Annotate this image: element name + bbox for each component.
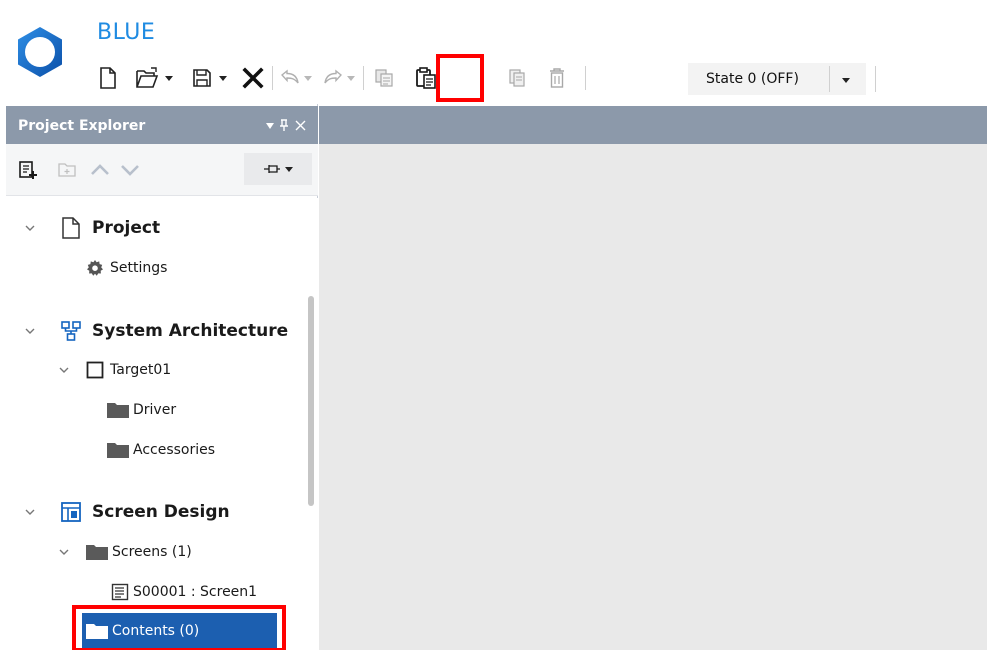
redo-button[interactable]	[322, 62, 344, 94]
close-icon[interactable]	[295, 120, 306, 131]
add-item-button[interactable]	[12, 154, 44, 186]
paste-icon	[416, 67, 436, 89]
tree-node-settings[interactable]: Settings	[86, 251, 167, 285]
redo-dropdown[interactable]	[345, 62, 357, 94]
screen-layout-icon	[61, 502, 81, 522]
tree-node-label: Settings	[110, 260, 168, 276]
workspace-area[interactable]	[319, 144, 987, 650]
panel-title: Project Explorer	[18, 118, 146, 134]
save-icon	[193, 69, 211, 87]
copy-icon	[375, 69, 393, 87]
folder-icon	[86, 545, 108, 560]
chevron-down-icon	[219, 75, 227, 81]
folder-icon	[107, 403, 129, 418]
save-button[interactable]	[190, 62, 214, 94]
folder-icon	[107, 443, 129, 458]
app-title: BLUE	[97, 20, 156, 45]
chevron-down-icon[interactable]	[842, 78, 850, 83]
toolbar-separator	[272, 66, 273, 90]
pin-options-button[interactable]	[244, 153, 312, 185]
tree-node-screen1[interactable]: S00001 : Screen1	[111, 575, 257, 609]
chevron-down-icon	[304, 75, 312, 81]
app-header: BLUE State 0 (OFF)	[0, 0, 987, 104]
chevron-down-icon	[165, 75, 173, 81]
new-file-icon	[100, 67, 116, 89]
duplicate-button[interactable]	[505, 62, 529, 94]
tree-node-label: S00001 : Screen1	[133, 584, 258, 600]
tree-node-screen-design[interactable]: Screen Design	[60, 495, 230, 529]
document-icon	[62, 217, 80, 239]
state-select-value: State 0 (OFF)	[706, 71, 799, 87]
add-folder-button[interactable]	[51, 154, 83, 186]
add-document-icon	[19, 161, 37, 179]
contents-highlight	[72, 605, 286, 650]
tree-node-label: Screens (1)	[112, 544, 192, 560]
tree-node-project[interactable]: Project	[60, 211, 160, 245]
paste-highlight	[436, 54, 484, 102]
state-select-divider	[829, 66, 830, 92]
tree-node-label: Accessories	[133, 442, 216, 458]
tree-node-system-architecture[interactable]: System Architecture	[60, 314, 288, 348]
open-folder-icon	[136, 67, 159, 88]
chevron-down-icon[interactable]	[24, 325, 36, 337]
chevron-down-icon	[121, 165, 139, 176]
tree-node-label: System Architecture	[92, 321, 289, 341]
chevron-down-icon	[285, 166, 293, 172]
redo-icon	[324, 69, 343, 84]
save-dropdown[interactable]	[216, 62, 230, 94]
move-down-button[interactable]	[114, 154, 146, 186]
tree-node-label: Project	[92, 218, 161, 238]
pin-icon	[264, 165, 280, 173]
chevron-down-icon[interactable]	[58, 364, 70, 376]
scrollbar-thumb[interactable]	[308, 296, 314, 506]
chevron-up-icon	[91, 164, 109, 175]
trash-icon	[550, 68, 564, 88]
close-button[interactable]	[240, 62, 266, 94]
target-device-icon	[86, 361, 104, 379]
undo-dropdown[interactable]	[302, 62, 314, 94]
network-icon	[61, 321, 81, 341]
toolbar-separator	[875, 66, 876, 92]
delete-button[interactable]	[545, 62, 569, 94]
duplicate-icon	[509, 69, 525, 87]
tree-node-accessories[interactable]: Accessories	[107, 433, 215, 467]
undo-icon	[280, 69, 299, 84]
tree-node-driver[interactable]: Driver	[107, 393, 176, 427]
tree-node-label: Driver	[133, 402, 177, 418]
panel-menu-icon[interactable]	[265, 122, 275, 130]
explorer-toolbar	[6, 144, 318, 196]
open-button[interactable]	[134, 62, 160, 94]
move-up-button[interactable]	[84, 154, 116, 186]
tree-scrollbar[interactable]	[304, 198, 318, 650]
project-explorer-titlebar: Project Explorer	[6, 106, 318, 144]
copy-button[interactable]	[371, 62, 397, 94]
close-icon	[242, 67, 264, 89]
screen-document-icon	[111, 583, 129, 601]
new-file-button[interactable]	[96, 62, 120, 94]
chevron-down-icon[interactable]	[24, 222, 36, 234]
tree-node-label: Target01	[110, 362, 172, 378]
tree-node-target01[interactable]: Target01	[86, 353, 171, 387]
toolbar-separator	[363, 66, 364, 90]
gear-icon	[87, 260, 103, 276]
pin-icon[interactable]	[279, 119, 289, 132]
toolbar-separator	[585, 66, 586, 90]
chevron-down-icon	[347, 75, 355, 81]
document-tab-strip	[319, 106, 987, 144]
open-dropdown[interactable]	[162, 62, 176, 94]
tree-node-label: Screen Design	[92, 502, 230, 522]
chevron-down-icon[interactable]	[58, 546, 70, 558]
app-logo-icon	[18, 27, 62, 77]
tree-node-screens[interactable]: Screens (1)	[86, 535, 192, 569]
undo-button[interactable]	[279, 62, 301, 94]
chevron-down-icon[interactable]	[24, 506, 36, 518]
add-folder-icon	[58, 163, 76, 177]
